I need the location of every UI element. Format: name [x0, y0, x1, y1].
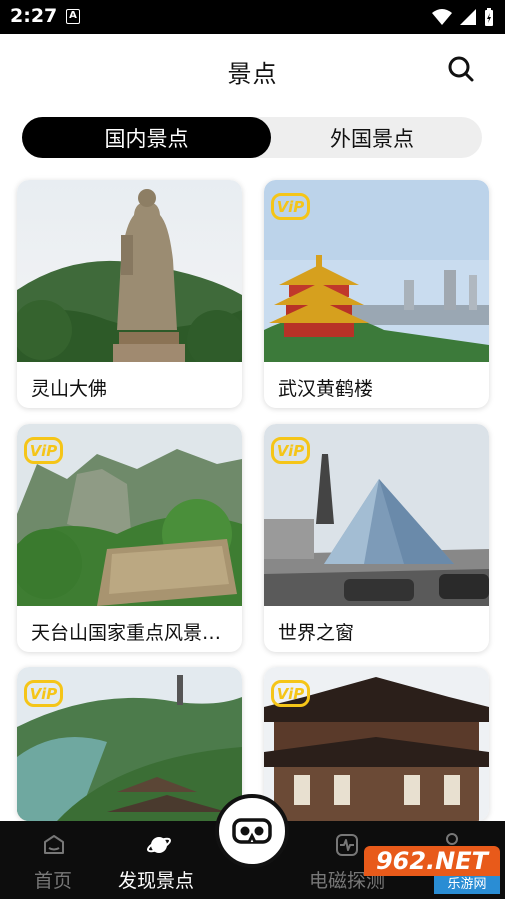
attraction-card[interactable]: ViP	[264, 667, 489, 821]
status-icons	[431, 6, 495, 28]
tab-foreign[interactable]: 外国景点	[262, 117, 482, 158]
vr-button[interactable]	[215, 794, 289, 868]
nav-discover-label: 发现景点	[118, 870, 195, 892]
attraction-name: 灵山大佛	[31, 378, 108, 400]
nav-discover[interactable]: 发现景点	[110, 821, 210, 899]
status-time: 2:27	[10, 5, 58, 27]
region-tabs: 外国景点 国内景点	[22, 117, 482, 158]
nav-home[interactable]: 首页	[20, 821, 90, 899]
attraction-image: ViP	[17, 667, 242, 821]
tab-domestic[interactable]: 国内景点	[22, 117, 271, 158]
vip-badge: ViP	[24, 680, 63, 707]
pulse-icon	[336, 834, 358, 856]
attraction-image: ViP	[264, 424, 489, 606]
watermark-top: 962.NET	[364, 846, 500, 876]
page-title: 景点	[227, 60, 278, 88]
status-bar: 2:27 A	[0, 0, 505, 34]
attraction-card[interactable]: ViP 天台山国家重点风景名胜区	[17, 424, 242, 652]
watermark-logo: 962.NET 乐游网	[364, 846, 500, 894]
battery-icon	[485, 8, 493, 26]
vip-badge: ViP	[271, 437, 310, 464]
attraction-card[interactable]: ViP 武汉黄鹤楼	[264, 180, 489, 408]
attraction-card[interactable]: ViP 世界之窗	[264, 424, 489, 652]
notification-a-icon: A	[66, 9, 80, 24]
nav-home-label: 首页	[34, 870, 73, 892]
home-icon	[44, 835, 64, 854]
app-header: 景点	[0, 34, 505, 104]
attraction-image	[17, 180, 242, 362]
attraction-image: ViP	[17, 424, 242, 606]
watermark-bottom: 乐游网	[434, 876, 500, 894]
wifi-icon	[432, 9, 452, 25]
attraction-card[interactable]: 灵山大佛	[17, 180, 242, 408]
attraction-image: ViP	[264, 180, 489, 362]
search-icon	[448, 56, 474, 82]
search-button[interactable]	[447, 55, 475, 83]
signal-icon	[460, 9, 476, 25]
attraction-card[interactable]: ViP	[17, 667, 242, 821]
attraction-name: 世界之窗	[278, 622, 355, 644]
vip-badge: ViP	[271, 680, 310, 707]
vip-badge: ViP	[271, 193, 310, 220]
vr-headset-icon	[232, 818, 272, 844]
attraction-name: 武汉黄鹤楼	[278, 378, 374, 400]
attraction-name: 天台山国家重点风景名胜区	[31, 622, 231, 644]
planet-icon	[146, 837, 172, 853]
vip-badge: ViP	[24, 437, 63, 464]
attraction-image: ViP	[264, 667, 489, 821]
